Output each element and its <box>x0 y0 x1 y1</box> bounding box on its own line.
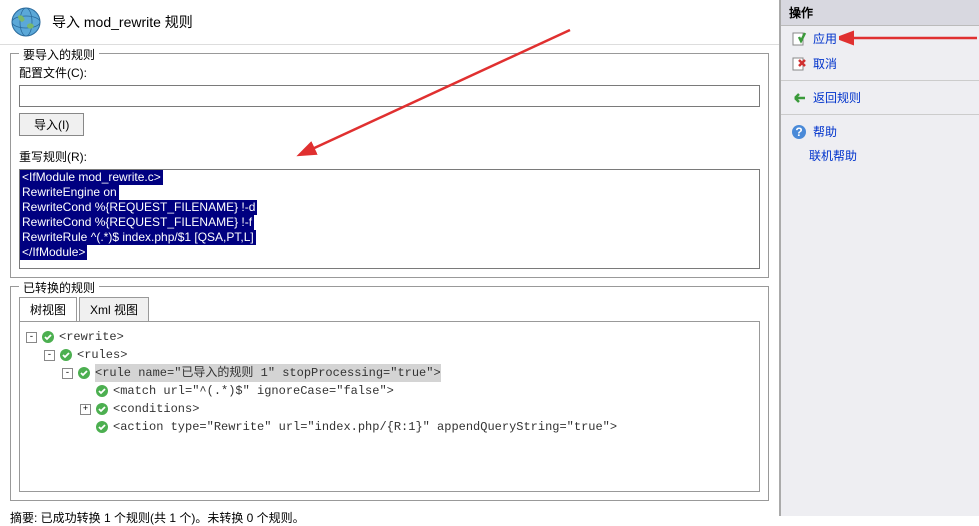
rewrite-line: <IfModule mod_rewrite.c> <box>20 170 163 185</box>
help-icon: ? <box>791 124 807 140</box>
tree-action: <action type="Rewrite" url="index.php/{R… <box>113 418 617 436</box>
rewrite-line: </IfModule> <box>20 245 87 260</box>
check-icon <box>77 366 91 380</box>
svg-text:?: ? <box>795 125 802 139</box>
check-icon <box>95 402 109 416</box>
check-icon <box>95 384 109 398</box>
cancel-icon <box>791 56 807 72</box>
tree-toggle[interactable]: - <box>62 368 73 379</box>
globe-icon <box>10 6 42 38</box>
tree-conditions: <conditions> <box>113 400 199 418</box>
rewrite-rules-label: 重写规则(R): <box>19 148 760 165</box>
tree-toggle[interactable]: - <box>44 350 55 361</box>
tab-xml-view[interactable]: Xml 视图 <box>79 297 149 321</box>
tree-match: <match url="^(.*)$" ignoreCase="false"> <box>113 382 394 400</box>
import-legend: 要导入的规则 <box>19 46 99 63</box>
converted-legend: 已转换的规则 <box>19 279 99 296</box>
rewrite-line: RewriteRule ^(.*)$ index.php/$1 [QSA,PT,… <box>20 230 256 245</box>
rewrite-line: RewriteCond %{REQUEST_FILENAME} !-f <box>20 215 254 230</box>
rewrite-line: RewriteEngine on <box>20 185 119 200</box>
summary-text: 摘要: 已成功转换 1 个规则(共 1 个)。未转换 0 个规则。 <box>10 509 769 526</box>
check-icon <box>59 348 73 362</box>
cancel-label: 取消 <box>813 55 837 72</box>
tree-view[interactable]: - <rewrite> - <rules> - <rule name="已导入的… <box>19 322 760 492</box>
back-action[interactable]: 返回规则 <box>781 85 979 110</box>
config-file-label: 配置文件(C): <box>19 64 760 81</box>
tree-rules: <rules> <box>77 346 127 364</box>
help-action[interactable]: ? 帮助 <box>781 119 979 144</box>
cancel-action[interactable]: 取消 <box>781 51 979 76</box>
page-title: 导入 mod_rewrite 规则 <box>52 12 193 32</box>
apply-label: 应用 <box>813 30 837 47</box>
tree-rule: <rule name="已导入的规则 1" stopProcessing="tr… <box>95 364 441 382</box>
back-label: 返回规则 <box>813 89 861 106</box>
actions-header: 操作 <box>781 0 979 26</box>
help-label: 帮助 <box>813 123 837 140</box>
check-icon <box>41 330 55 344</box>
config-file-input[interactable] <box>19 85 760 107</box>
tree-toggle[interactable]: + <box>80 404 91 415</box>
back-arrow-icon <box>791 90 807 106</box>
rewrite-rules-textarea[interactable]: <IfModule mod_rewrite.c> RewriteEngine o… <box>19 169 760 269</box>
check-icon <box>95 420 109 434</box>
tab-tree-view[interactable]: 树视图 <box>19 297 77 321</box>
tree-toggle[interactable]: - <box>26 332 37 343</box>
apply-icon <box>791 31 807 47</box>
import-button[interactable]: 导入(I) <box>19 113 84 136</box>
tree-rewrite: <rewrite> <box>59 328 124 346</box>
apply-action[interactable]: 应用 <box>781 26 979 51</box>
rewrite-line: RewriteCond %{REQUEST_FILENAME} !-d <box>20 200 257 215</box>
online-help-action[interactable]: 联机帮助 <box>809 144 979 167</box>
